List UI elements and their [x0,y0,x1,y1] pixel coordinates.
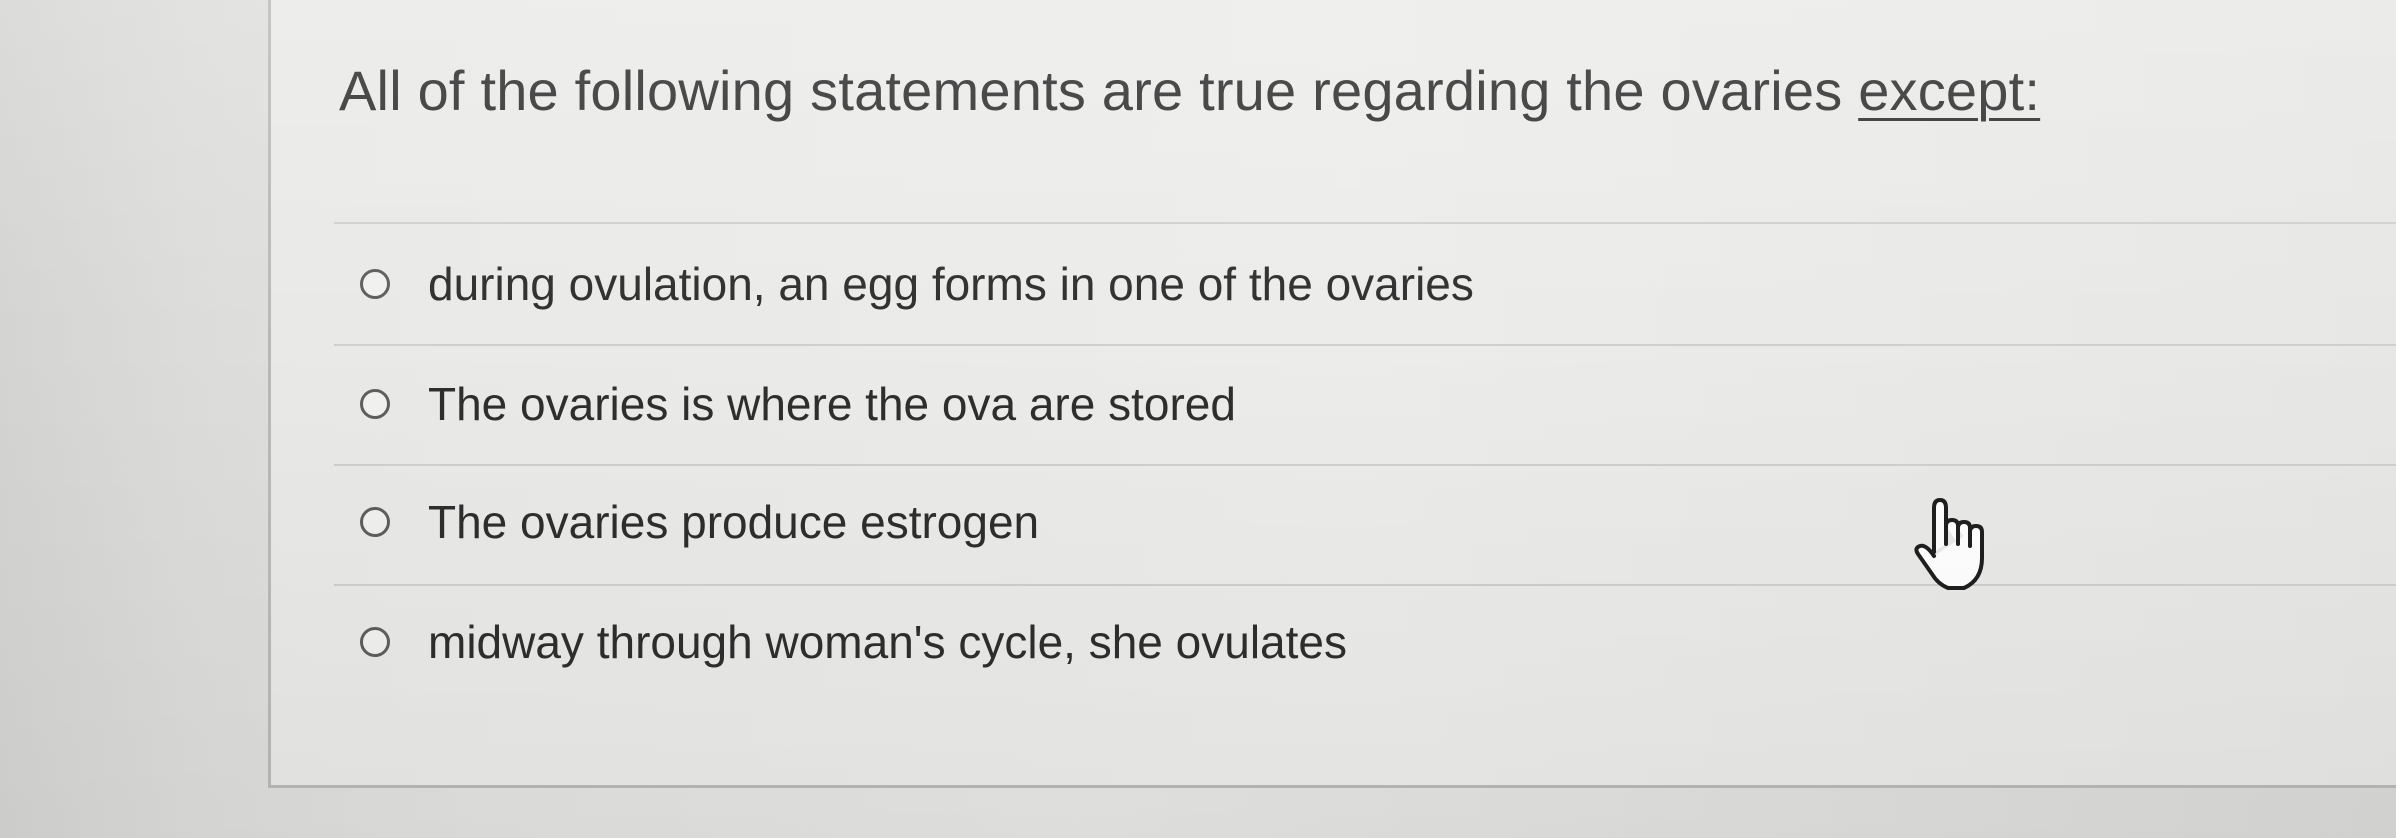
answer-option-label[interactable]: during ovulation, an egg forms in one of… [428,257,1474,311]
radio-button-3[interactable] [360,507,390,537]
answer-option-3[interactable]: The ovaries produce estrogen [334,464,2396,582]
radio-button-2[interactable] [360,389,390,419]
hand-pointer-icon [1914,498,1984,590]
question-prompt: All of the following statements are true… [339,58,2040,123]
answer-option-label[interactable]: The ovaries produce estrogen [428,495,1039,549]
answer-option-2[interactable]: The ovaries is where the ova are stored [334,346,2396,464]
radio-button-4[interactable] [360,627,390,657]
divider [334,222,2396,224]
answer-option-label[interactable]: The ovaries is where the ova are stored [428,377,1236,431]
question-prompt-text: All of the following statements are true… [339,59,1859,122]
answer-option-4[interactable]: midway through woman's cycle, she ovulat… [334,584,2396,702]
radio-button-1[interactable] [360,269,390,299]
answer-option-label[interactable]: midway through woman's cycle, she ovulat… [428,615,1347,669]
answer-option-1[interactable]: during ovulation, an egg forms in one of… [334,226,2396,344]
question-emphasis: except: [1858,59,2041,122]
